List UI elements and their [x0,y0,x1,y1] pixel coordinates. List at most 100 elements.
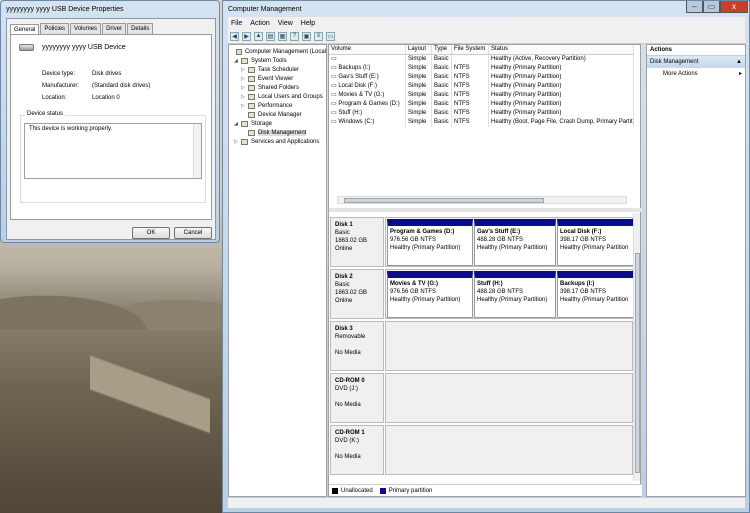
usb-device-properties-dialog: yyyyyyyy yyyy USB Device Properties Gene… [0,0,220,243]
partition[interactable]: Backups (I:) 398.17 GB NTFS Healthy (Prima… [557,271,636,318]
partition[interactable]: Movies & TV (G:) 976.56 GB NTFS Healthy (P… [387,271,473,318]
tree-item-storage[interactable]: ◢ Storage [229,119,326,128]
maximize-button[interactable]: ▭ [703,1,720,13]
tree-expander[interactable]: ▷ [234,139,241,145]
disk-info[interactable]: Disk 2 Basic 1863.02 GB Online [330,269,384,319]
col-volume[interactable]: Volume [329,45,406,54]
menu-file[interactable]: File [231,20,242,27]
disk-row[interactable]: Disk 3 Removable No Media [330,321,633,371]
volume-hscrollbar[interactable] [337,196,627,204]
tree-item-performance[interactable]: ▷ Performance [229,101,326,110]
forward-icon[interactable]: ▶ [242,31,251,41]
tree-item-computer-management[interactable]: Computer Management (Local [229,47,326,56]
volume-list: Volume Layout Type File System Status ▭ … [329,45,634,205]
col-layout[interactable]: Layout [406,45,432,54]
show-hide-tree-icon[interactable]: ▤ [266,31,275,41]
volume-header-row: Volume Layout Type File System Status [329,45,634,55]
properties-icon[interactable]: ▦ [278,31,287,41]
volume-cell: Basic [432,118,452,127]
up-folder-icon[interactable]: ▲ [254,31,263,41]
tree-expander[interactable]: ▷ [241,76,248,82]
volume-cell: Healthy (Active, Recovery Partition) [489,55,634,64]
tree-expander[interactable]: ▷ [241,85,248,91]
actions-section-disk-management[interactable]: Disk Management ▲ [647,56,745,68]
tree-expander[interactable]: ▷ [241,67,248,73]
volume-cell-text: Basic [434,83,449,89]
volume-cell-text: Simple [408,110,427,116]
col-file-system[interactable]: File System [452,45,489,54]
ok-button[interactable]: OK [132,227,170,239]
volume-row[interactable]: ▭ Simple Basic Healthy (Active, Recovery P… [329,55,634,64]
disk-info[interactable]: Disk 1 Basic 1863.02 GB Online [330,217,384,267]
tree-expander[interactable]: ◢ [234,121,241,127]
tree-item-system-tools[interactable]: ◢ System Tools [229,56,326,65]
disk-vscrollbar[interactable] [633,213,640,481]
disk-row[interactable]: Disk 2 Basic 1863.02 GB Online Movies & TV (… [330,269,636,319]
pane-splitter[interactable] [329,208,642,212]
collapse-icon[interactable]: ▲ [736,59,742,65]
console-icon[interactable]: ▣ [302,31,311,41]
volume-row[interactable]: ▭ Program & Games (D:) Simple Basic NTFS Hea… [329,100,634,109]
tree-item-shared-folders[interactable]: ▷ Shared Folders [229,83,326,92]
tab-details[interactable]: Details [127,23,154,34]
volume-row[interactable]: ▭ Windows (C:) Simple Basic NTFS Healthy (Bo… [329,118,634,127]
tree-expander[interactable]: ▷ [241,94,248,100]
disk-info-line: No Media [335,454,361,460]
tab-volumes[interactable]: Volumes [70,23,102,34]
menu-view[interactable]: View [278,20,293,27]
scroll-thumb[interactable] [635,253,640,473]
volume-cell-text: Healthy (Primary Partition) [491,83,562,89]
tree-item-task-scheduler[interactable]: ▷ Task Scheduler [229,65,326,74]
more-actions-item[interactable]: More Actions ▸ [647,68,745,79]
tree-label: Local Users and Groups [258,93,323,100]
disk-row[interactable]: CD-ROM 0 DVD (J:) No Media [330,373,633,423]
device-status-textbox[interactable]: This device is working properly. [24,123,202,179]
partition[interactable]: Stuff (H:) 488.28 GB NTFS Healthy (Primary… [474,271,556,318]
minimize-button[interactable]: – [686,1,703,13]
tree-item-event-viewer[interactable]: ▷ Event Viewer [229,74,326,83]
tree-label: Disk Management [258,129,307,136]
wallpaper-road [90,330,210,513]
volume-cell-text: Program & Games (D:) [338,101,400,107]
close-button[interactable]: x [720,1,748,13]
tab-driver[interactable]: Driver [102,23,127,34]
volume-cell-text: Healthy (Primary Partition) [491,101,562,107]
partition-st: Healthy (Primary Partition) [390,245,461,251]
tree-expander[interactable]: ▷ [241,103,248,109]
tree-item-services-applications[interactable]: ▷ Services and Applications [229,137,326,146]
tree-item-local-users[interactable]: ▷ Local Users and Groups [229,92,326,101]
volume-row[interactable]: ▭ Movies & TV (G:) Simple Basic NTFS Healthy… [329,91,634,100]
partition[interactable]: Program & Games (D:) 976.56 GB NTFS Health… [387,219,473,266]
back-icon[interactable]: ◀ [230,31,239,41]
volume-cell: Basic [432,64,452,73]
scroll-thumb[interactable] [344,198,544,203]
col-type[interactable]: Type [432,45,452,54]
help-icon[interactable]: ? [290,31,299,41]
volume-row[interactable]: ▭ Gav's Stuff (E:) Simple Basic NTFS Healthy… [329,73,634,82]
list-icon[interactable]: ≡ [314,31,323,41]
status-scrollbar[interactable] [193,124,201,178]
legend-primary: Primary partition [388,487,433,494]
volume-row[interactable]: ▭ Local Disk (F:) Simple Basic NTFS Healthy … [329,82,634,91]
disk-info[interactable]: CD-ROM 0 DVD (J:) No Media [330,373,384,423]
volume-row[interactable]: ▭ Backups (I:) Simple Basic NTFS Healthy (Pr… [329,64,634,73]
tree-item-device-manager[interactable]: Device Manager [229,110,326,119]
cancel-button[interactable]: Cancel [174,227,212,239]
toolbar: ◀ ▶ ▲ ▤ ▦ ? ▣ ≡ ▭ [228,29,745,44]
view-icon[interactable]: ▭ [326,31,335,41]
col-status[interactable]: Status [489,45,634,54]
volume-cell-text: Simple [408,74,427,80]
disk-row[interactable]: CD-ROM 1 DVD (K:) No Media [330,425,633,475]
disk-info[interactable]: Disk 3 Removable No Media [330,321,384,371]
partition[interactable]: Gav's Stuff (E:) 488.28 GB NTFS Healthy (P… [474,219,556,266]
tab-policies[interactable]: Policies [40,23,70,34]
tree-item-disk-management[interactable]: Disk Management [229,128,326,137]
volume-row[interactable]: ▭ Stuff (H:) Simple Basic NTFS Healthy (Prim… [329,109,634,118]
volume-cell: Healthy (Primary Partition) [489,82,634,91]
partition[interactable]: Local Disk (F:) 398.17 GB NTFS Healthy (Pr… [557,219,636,266]
menu-action[interactable]: Action [250,20,269,27]
tree-expander[interactable]: ◢ [234,58,241,64]
menu-help[interactable]: Help [301,20,315,27]
disk-row[interactable]: Disk 1 Basic 1863.02 GB Online Program & Gam… [330,217,636,267]
disk-info[interactable]: CD-ROM 1 DVD (K:) No Media [330,425,384,475]
